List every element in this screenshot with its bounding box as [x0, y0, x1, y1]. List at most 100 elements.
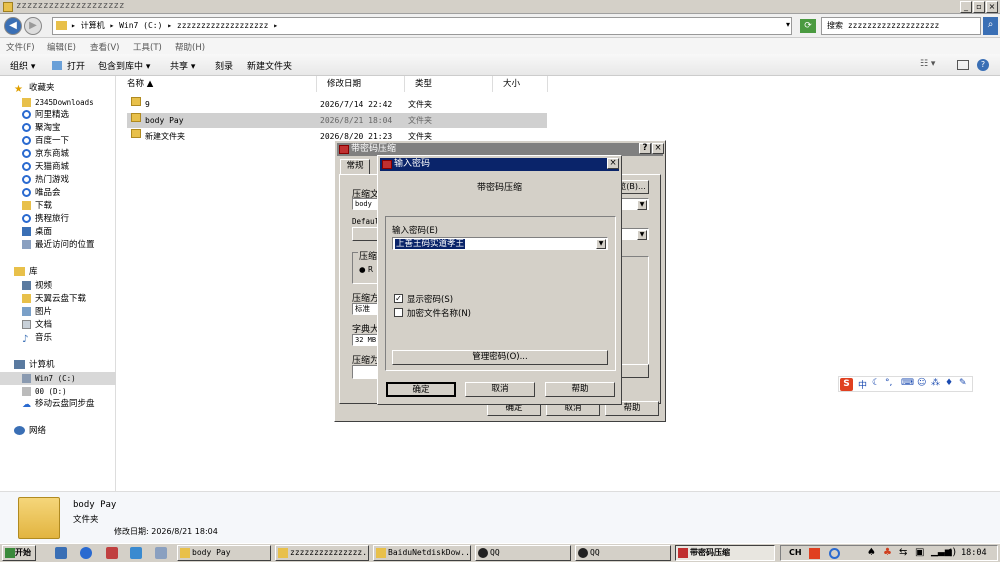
tab-general[interactable]: 常规 [340, 159, 370, 174]
windows-icon [5, 548, 15, 558]
qq-penguin-icon [478, 548, 488, 558]
minimize-button[interactable]: _ [960, 1, 972, 13]
search-icon[interactable]: ⌕ [983, 17, 998, 35]
menu-edit[interactable]: 编辑(E) [47, 41, 76, 53]
sidebar-item-c-drive[interactable]: Win7 (C:) [0, 372, 116, 385]
menu-view[interactable]: 查看(V) [90, 41, 119, 53]
download-folder-icon [22, 201, 31, 210]
task-baidunetdisk[interactable]: BaiduNetdiskDow... [373, 545, 471, 561]
enter-password-dialog[interactable]: 输入密码 × 带密码压缩 输入密码(E) 上善王码实道孝王 ▼ ✓ 显示密码(S… [377, 155, 622, 405]
ok-button[interactable]: 确定 [386, 382, 456, 397]
menu-help[interactable]: 帮助(H) [175, 41, 205, 53]
sidebar-libraries[interactable]: 库 [14, 266, 130, 279]
language-indicator[interactable]: CH [789, 548, 802, 557]
column-name[interactable]: 名称 ▲ [117, 76, 317, 92]
computer-icon [14, 360, 25, 369]
chevron-down-icon: ▼ [637, 200, 647, 210]
column-size[interactable]: 大小 [493, 76, 548, 92]
sidebar-computer[interactable]: 计算机 [14, 359, 130, 372]
help-icon[interactable]: ? [977, 59, 989, 71]
chevron-down-icon[interactable]: ▾ [786, 20, 790, 29]
file-row-selected[interactable]: body Pay 2026/8/21 18:04 文件夹 [127, 113, 547, 128]
password-input[interactable]: 上善王码实道孝王 ▼ [392, 237, 608, 250]
sogou-logo[interactable]: S [840, 378, 853, 391]
user-icon[interactable]: ☺ [917, 378, 926, 388]
qq-tray-icon[interactable]: ♠ [867, 547, 876, 558]
refresh-button[interactable]: ⟳ [800, 19, 816, 33]
ime-mode[interactable]: 中 [858, 378, 867, 391]
include-library-button[interactable]: 包含到库中 ▾ [98, 59, 150, 72]
sidebar-favorites[interactable]: ★ 收藏夹 [14, 82, 130, 95]
app-icon[interactable] [155, 547, 167, 559]
cancel-button[interactable]: 取消 [465, 382, 535, 397]
network-tray-icon[interactable]: ⇆ [899, 547, 907, 558]
system-tray: CH ♠ ♣ ⇆ ▣ ▁▃▅ ◖) 18:04 [780, 545, 998, 561]
shirt-icon[interactable]: ♦ [945, 378, 953, 388]
format-rar-radio[interactable]: ● R [359, 265, 373, 274]
media-icon[interactable] [106, 547, 118, 559]
open-button[interactable]: 打开 [67, 59, 85, 72]
sidebar-network[interactable]: 网络 [14, 425, 130, 438]
dialog-close-button[interactable]: × [607, 158, 619, 169]
cloud-icon[interactable] [130, 547, 142, 559]
wrench-icon[interactable]: ✎ [959, 378, 967, 388]
start-button[interactable]: 开始 [2, 545, 36, 561]
library-icon [14, 267, 25, 276]
sogou-tray-icon[interactable] [809, 548, 820, 559]
preview-pane-icon[interactable] [957, 60, 969, 70]
menu-tools[interactable]: 工具(T) [133, 41, 162, 53]
burn-button[interactable]: 刻录 [215, 59, 233, 72]
encrypt-filenames-checkbox[interactable] [394, 308, 403, 317]
share-button[interactable]: 共享 ▾ [170, 59, 195, 72]
chevron-down-icon: ▼ [637, 230, 647, 240]
keyboard-icon[interactable]: ⌨ [901, 378, 914, 388]
desktop-icon[interactable] [55, 547, 67, 559]
column-date[interactable]: 修改日期 [317, 76, 405, 92]
dialog-help-icon[interactable]: ? [639, 143, 651, 154]
recent-places-icon [22, 240, 31, 249]
task-qq-2[interactable]: QQ [575, 545, 671, 561]
task-qq-1[interactable]: QQ [475, 545, 571, 561]
restore-button[interactable]: ▫ [973, 1, 985, 13]
folder-icon [22, 294, 31, 303]
column-type[interactable]: 类型 [405, 76, 493, 92]
security-tray-icon[interactable]: ♣ [883, 547, 892, 558]
browser-icon [22, 188, 31, 197]
task-body-pay[interactable]: body Pay [177, 545, 271, 561]
window-title: zzzzzzzzzzzzzzzzzzzz [16, 1, 125, 11]
browser-icon[interactable] [80, 547, 92, 559]
help-button[interactable]: 帮助 [545, 382, 615, 397]
address-bar[interactable]: ▸ 计算机 ▸ Win7 (C:) ▸ zzzzzzzzzzzzzzzzzzz … [52, 17, 792, 35]
drive-icon [22, 374, 31, 383]
task-explorer[interactable]: zzzzzzzzzzzzzzz... [275, 545, 369, 561]
view-options-icon[interactable]: ☷ ▾ [920, 59, 935, 69]
menu-file[interactable]: 文件(F) [6, 41, 35, 53]
chevron-down-icon[interactable]: ▼ [596, 239, 606, 249]
network-icon [14, 426, 25, 435]
dialog-title-bar[interactable]: 输入密码 [380, 158, 619, 171]
back-button[interactable]: ◀ [4, 17, 22, 35]
organize-button[interactable]: 组织 ▾ [10, 59, 35, 72]
forward-button[interactable]: ▶ [24, 17, 42, 35]
new-folder-button[interactable]: 新建文件夹 [247, 59, 292, 72]
clock[interactable]: 18:04 [961, 548, 987, 558]
volume-icon[interactable]: ◖) [947, 547, 956, 558]
dialog-close-button[interactable]: × [652, 143, 664, 154]
ime-toolbar[interactable]: S 中 ☾ °, ⌨ ☺ ⁂ ♦ ✎ [838, 376, 973, 392]
folder-icon [18, 497, 60, 539]
show-password-checkbox[interactable]: ✓ [394, 294, 403, 303]
grid-icon[interactable]: ⁂ [931, 378, 940, 388]
title-bar[interactable]: zzzzzzzzzzzzzzzzzzzz _ ▫ × [0, 0, 1000, 14]
picture-icon [22, 307, 31, 316]
browser-icon [22, 123, 31, 132]
monitor-tray-icon[interactable]: ▣ [915, 547, 924, 558]
search-input[interactable]: 搜索 zzzzzzzzzzzzzzzzzzz [821, 17, 981, 35]
browser-tray-icon[interactable] [829, 548, 840, 559]
moon-icon[interactable]: ☾ [872, 378, 880, 388]
manage-passwords-button[interactable]: 管理密码(O)... [392, 350, 608, 365]
punctuation-icon[interactable]: °, [885, 378, 892, 388]
task-archive-dialog[interactable]: 带密码压缩 [675, 545, 775, 561]
file-row[interactable]: 9 2026/7/14 22:42 文件夹 [127, 97, 547, 112]
address-path: ▸ 计算机 ▸ Win7 (C:) ▸ zzzzzzzzzzzzzzzzzzz … [71, 21, 279, 30]
close-button[interactable]: × [986, 1, 998, 13]
